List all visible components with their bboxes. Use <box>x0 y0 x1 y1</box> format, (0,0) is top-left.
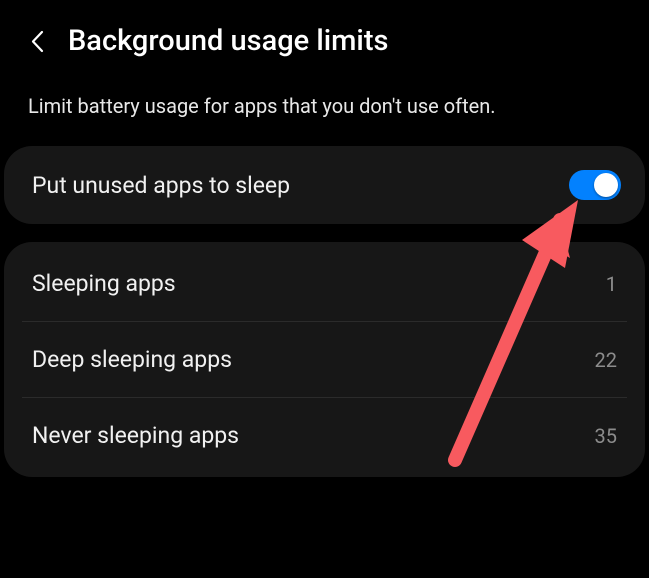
toggle-card: Put unused apps to sleep <box>4 146 645 224</box>
page-description: Limit battery usage for apps that you do… <box>0 76 649 146</box>
header: Background usage limits <box>0 0 649 76</box>
back-icon[interactable] <box>28 32 46 50</box>
toggle-row-unused-apps[interactable]: Put unused apps to sleep <box>4 146 645 224</box>
list-item-sleeping-apps[interactable]: Sleeping apps 1 <box>22 246 627 321</box>
list-item-label: Deep sleeping apps <box>32 346 232 373</box>
list-item-count: 22 <box>595 348 617 372</box>
toggle-switch[interactable] <box>569 170 621 200</box>
list-item-label: Sleeping apps <box>32 270 176 297</box>
toggle-knob <box>594 173 618 197</box>
list-card: Sleeping apps 1 Deep sleeping apps 22 Ne… <box>4 242 645 477</box>
list-item-count: 1 <box>606 272 617 296</box>
page-title: Background usage limits <box>68 24 388 58</box>
list-item-label: Never sleeping apps <box>32 422 239 449</box>
list-item-deep-sleeping-apps[interactable]: Deep sleeping apps 22 <box>22 321 627 397</box>
list-item-count: 35 <box>595 424 617 448</box>
toggle-label: Put unused apps to sleep <box>32 172 290 199</box>
list-item-never-sleeping-apps[interactable]: Never sleeping apps 35 <box>22 397 627 473</box>
